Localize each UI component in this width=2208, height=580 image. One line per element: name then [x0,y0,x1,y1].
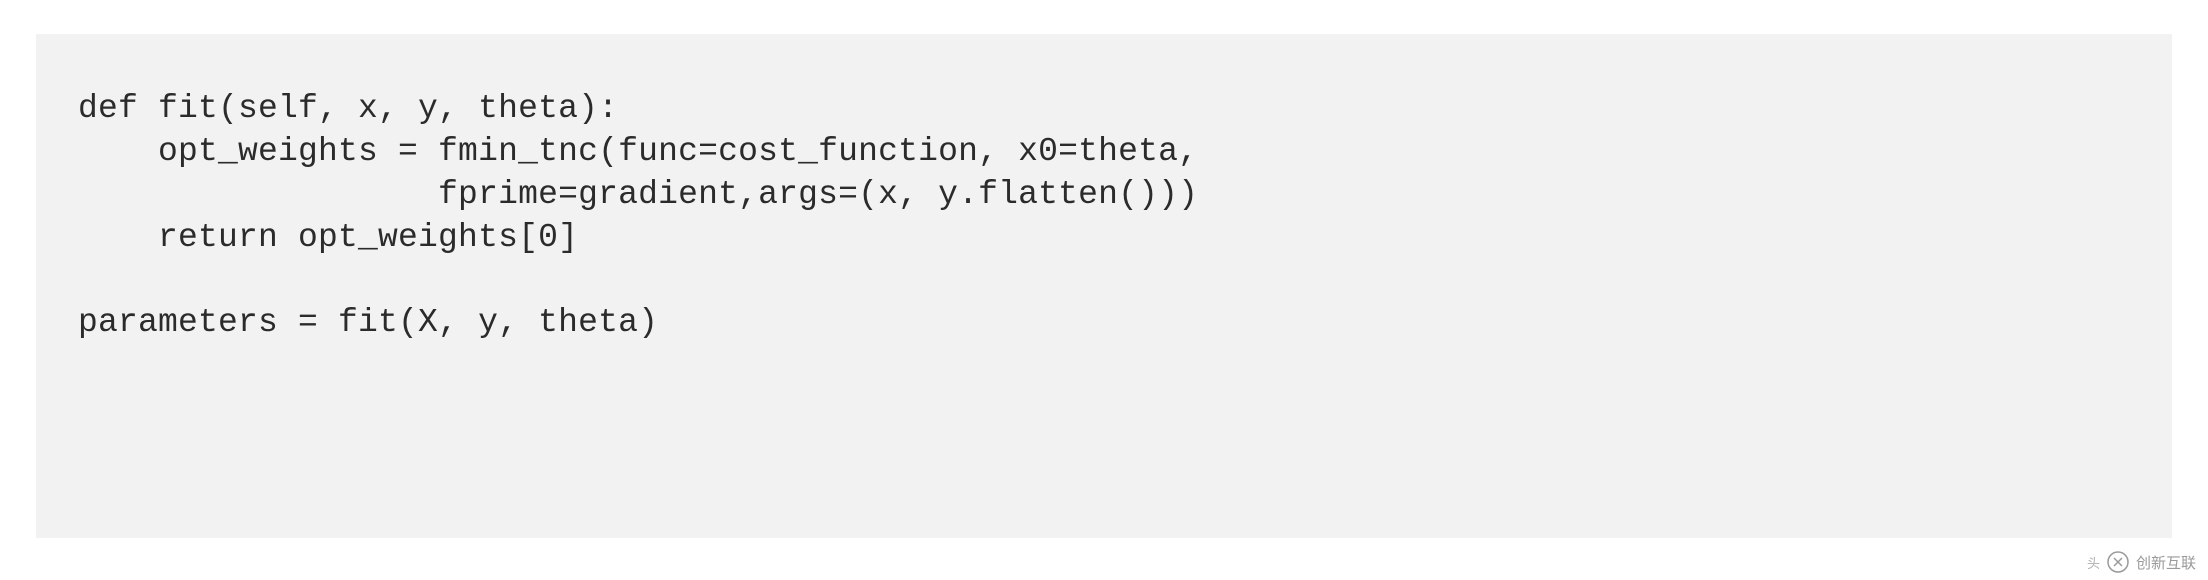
code-line-4: return opt_weights[0] [78,219,578,256]
watermark-text: 创新互联 [2136,552,2196,573]
code-block: def fit(self, x, y, theta): opt_weights … [36,34,2172,538]
code-line-2: opt_weights = fmin_tnc(func=cost_functio… [78,133,1198,170]
code-line-6: parameters = fit(X, y, theta) [78,304,658,341]
watermark: 创新互联 [2106,550,2196,574]
corner-mark: 头 [2087,553,2100,572]
code-line-1: def fit(self, x, y, theta): [78,90,618,127]
logo-icon [2106,550,2130,574]
code-line-3: fprime=gradient,args=(x, y.flatten())) [78,176,1198,213]
